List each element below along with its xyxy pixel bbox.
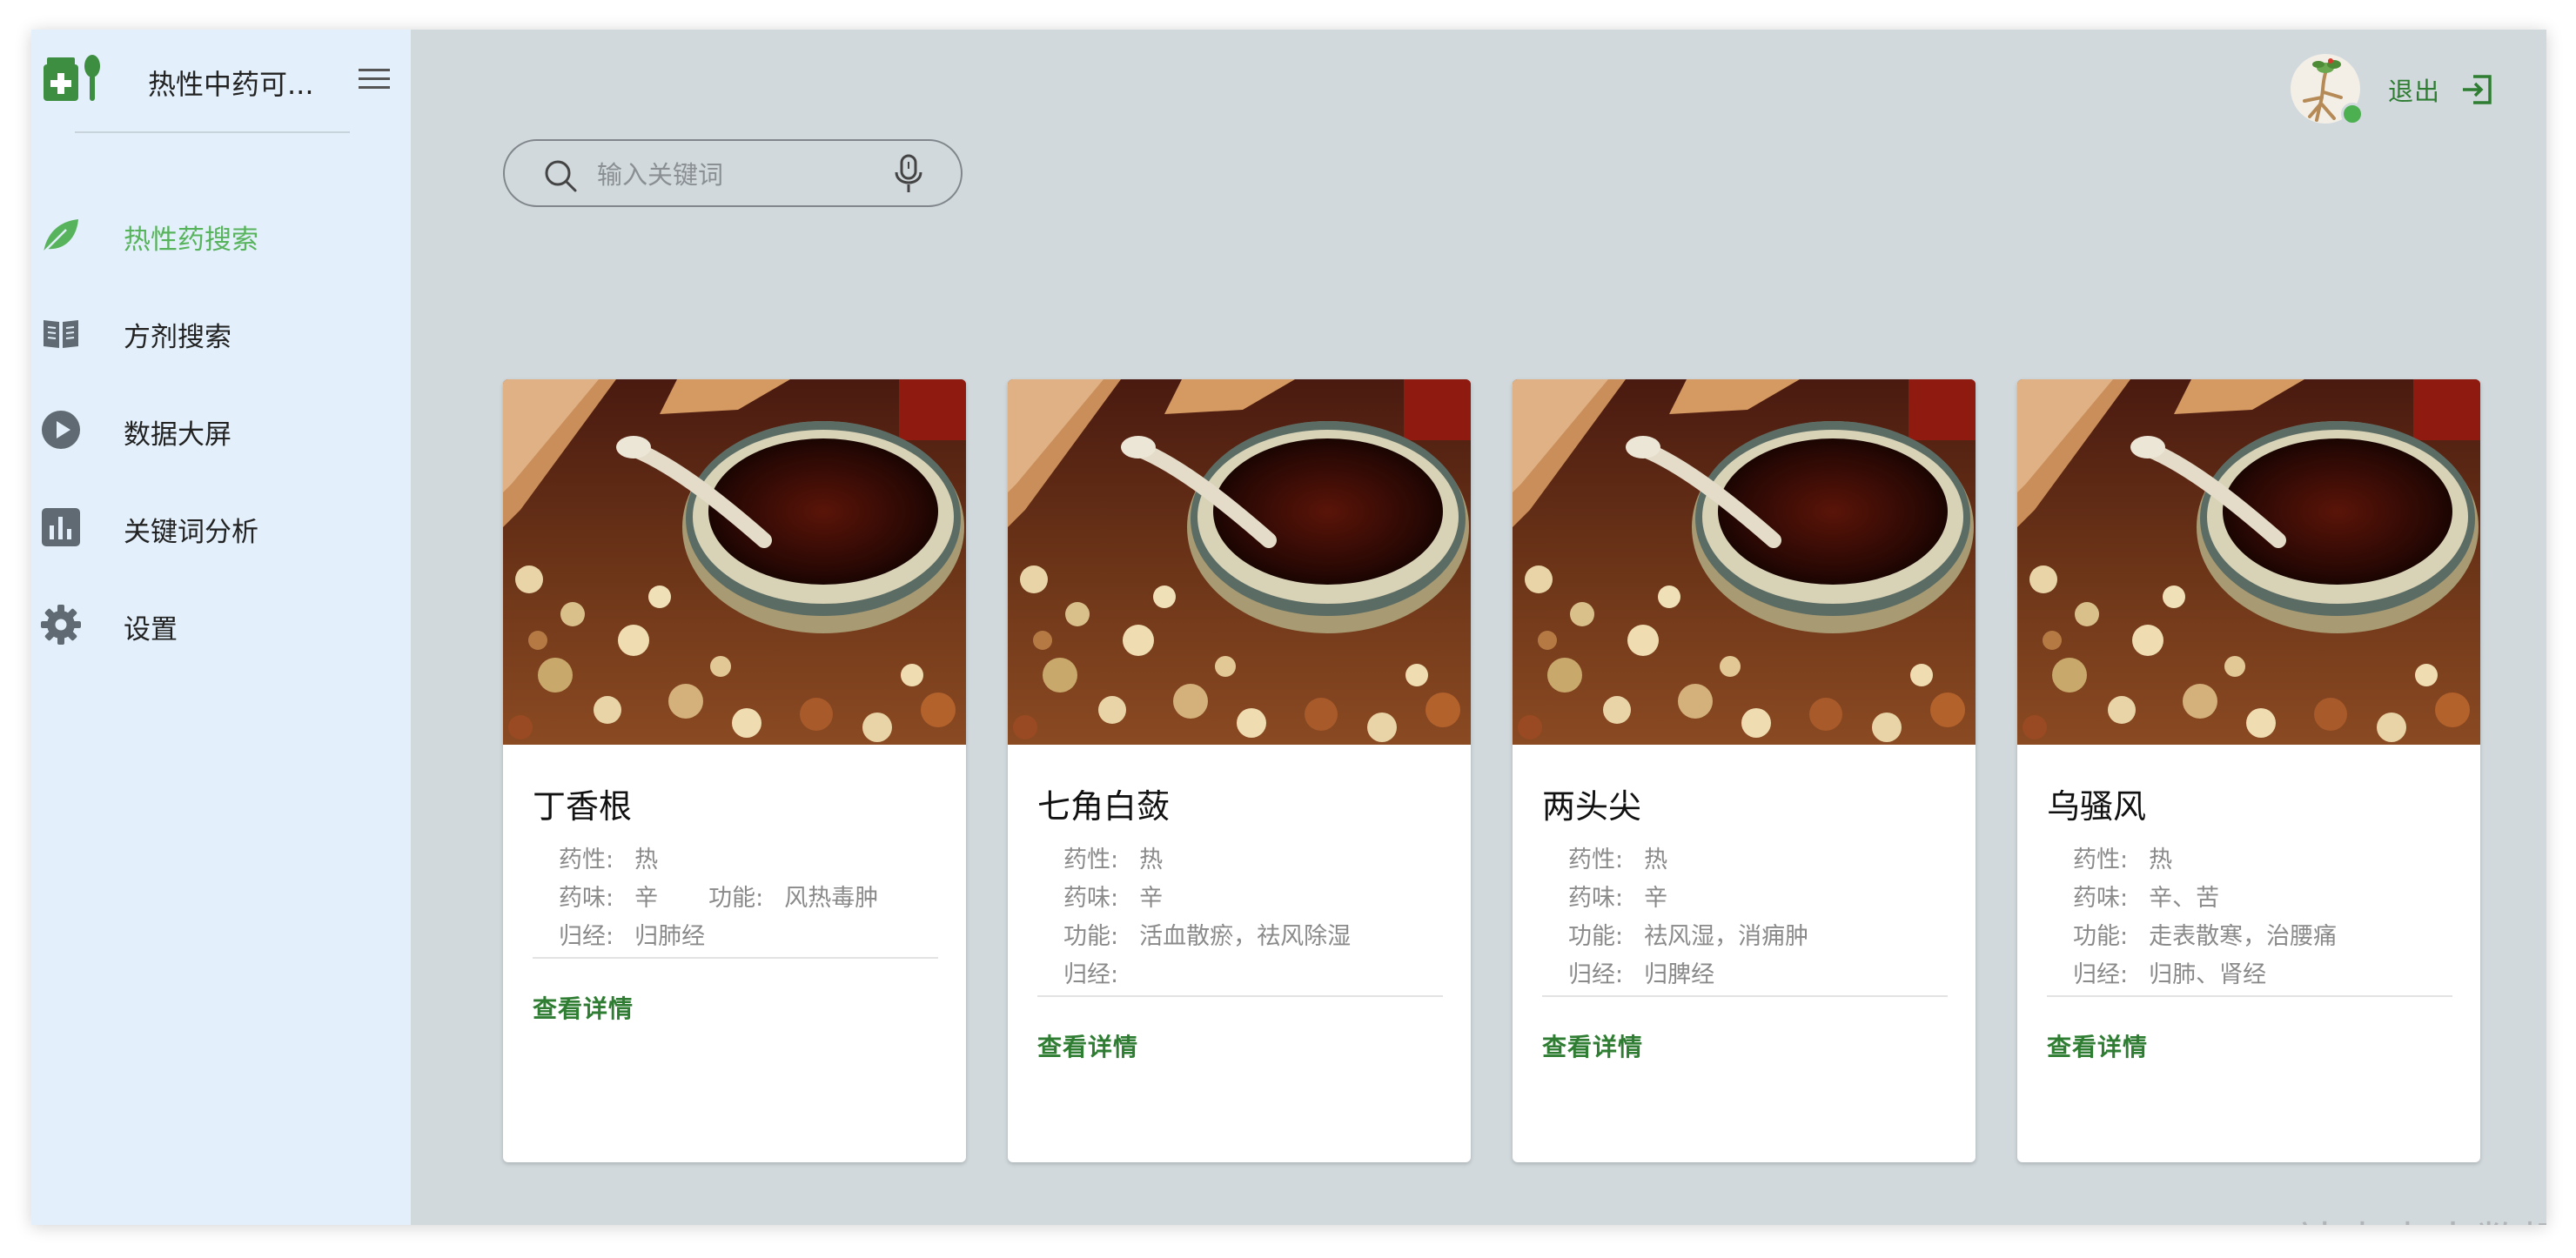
medicine-logo-icon <box>44 55 100 101</box>
logout-label: 退出 <box>2388 77 2441 106</box>
function-row: 功能: 走表散寒，治腰痛 <box>2073 923 2338 950</box>
herb-image <box>2017 379 2480 745</box>
flavor-row: 药味: 辛 <box>1568 885 1668 912</box>
sidebar-item-label: 方剂搜索 <box>124 322 231 353</box>
view-details-button[interactable]: 查看详情 <box>1037 1028 1138 1063</box>
herb-card: 丁香根 药性: 热 药味: 辛功能: 风热毒肿 归经: 归肺经 查看详情 <box>503 379 966 1162</box>
watermark: CSDN @B站麦麦大数据 <box>2075 1208 2546 1225</box>
flavor-row: 药味: 辛、苦 <box>2073 885 2220 912</box>
gear-icon <box>41 605 81 645</box>
sidebar-item-keyword-analysis[interactable]: 关键词分析 <box>31 478 411 576</box>
property-row: 药性: 热 <box>2073 846 2173 873</box>
flavor-row: 药味: 辛 <box>1063 885 1164 912</box>
view-details-button[interactable]: 查看详情 <box>2047 1028 2148 1063</box>
sidebar-item-label: 关键词分析 <box>124 517 258 548</box>
microphone-icon[interactable] <box>889 153 928 195</box>
herb-card: 七角白蔹 药性: 热 药味: 辛 功能: 活血散瘀，祛风除湿 归经: 查看详情 <box>1008 379 1471 1162</box>
herb-name: 七角白蔹 <box>1037 787 1171 826</box>
property-row: 药性: 热 <box>1568 846 1668 873</box>
app-title: 热性中药可... <box>148 68 314 101</box>
herb-name: 乌骚风 <box>2047 787 2147 826</box>
hamburger-menu-icon[interactable] <box>357 64 392 94</box>
card-divider <box>1542 995 1948 997</box>
function-row: 功能: 活血散瘀，祛风除湿 <box>1063 923 1352 950</box>
herb-image <box>503 379 966 745</box>
search-bar <box>503 139 963 207</box>
herb-image <box>1008 379 1471 745</box>
card-divider <box>2047 995 2452 997</box>
sidebar-item-label: 设置 <box>124 614 178 646</box>
search-icon <box>545 160 577 192</box>
herb-name: 两头尖 <box>1542 787 1642 826</box>
sidebar-nav: 热性药搜索 方剂搜索 数据大屏 关键词分析 设置 <box>31 186 411 673</box>
brand-header: 热性中药可... <box>42 45 399 110</box>
logout-button[interactable]: 退出 <box>2388 70 2492 110</box>
meridian-row: 归经: <box>1063 961 1119 988</box>
property-row: 药性: 热 <box>1063 846 1164 873</box>
herb-image <box>1513 379 1976 745</box>
book-icon <box>44 320 78 348</box>
card-divider <box>533 957 938 959</box>
sidebar-item-settings[interactable]: 设置 <box>31 576 411 673</box>
view-details-button[interactable]: 查看详情 <box>533 990 634 1025</box>
herb-card: 乌骚风 药性: 热 药味: 辛、苦 功能: 走表散寒，治腰痛 归经: 归肺、肾经 查看详… <box>2017 379 2480 1162</box>
sidebar: 热性中药可... 热性药搜索 方剂搜索 数据大屏 关键词分析 设置 <box>31 30 411 1225</box>
search-input[interactable] <box>595 153 860 197</box>
logout-icon <box>2463 75 2492 104</box>
property-row: 药性: 热 <box>559 846 659 873</box>
flavor-function-row: 药味: 辛功能: 风热毒肿 <box>559 885 879 912</box>
herb-name: 丁香根 <box>533 787 633 826</box>
online-status-indicator <box>2341 103 2364 125</box>
sidebar-item-label: 数据大屏 <box>124 419 231 451</box>
sidebar-item-label: 热性药搜索 <box>124 224 258 256</box>
bar-chart-icon <box>42 508 80 546</box>
app-window: 热性中药可... 热性药搜索 方剂搜索 数据大屏 关键词分析 设置 输入关键词 … <box>31 30 2546 1225</box>
sidebar-item-herb-search[interactable]: 热性药搜索 <box>31 186 411 284</box>
view-details-button[interactable]: 查看详情 <box>1542 1028 1643 1063</box>
meridian-row: 归经: 归脾经 <box>1568 961 1715 988</box>
sidebar-item-dashboard[interactable]: 数据大屏 <box>31 381 411 478</box>
sidebar-item-formula-search[interactable]: 方剂搜索 <box>31 284 411 381</box>
herb-card: 两头尖 药性: 热 药味: 辛 功能: 祛风湿，消痈肿 归经: 归脾经 查看详情 <box>1513 379 1976 1162</box>
leaf-icon <box>43 219 78 253</box>
meridian-row: 归经: 归肺经 <box>559 923 706 950</box>
sidebar-divider <box>75 131 350 133</box>
card-divider <box>1037 995 1443 997</box>
play-circle-icon <box>42 411 80 449</box>
function-row: 功能: 祛风湿，消痈肿 <box>1568 923 1809 950</box>
meridian-row: 归经: 归肺、肾经 <box>2073 961 2267 988</box>
